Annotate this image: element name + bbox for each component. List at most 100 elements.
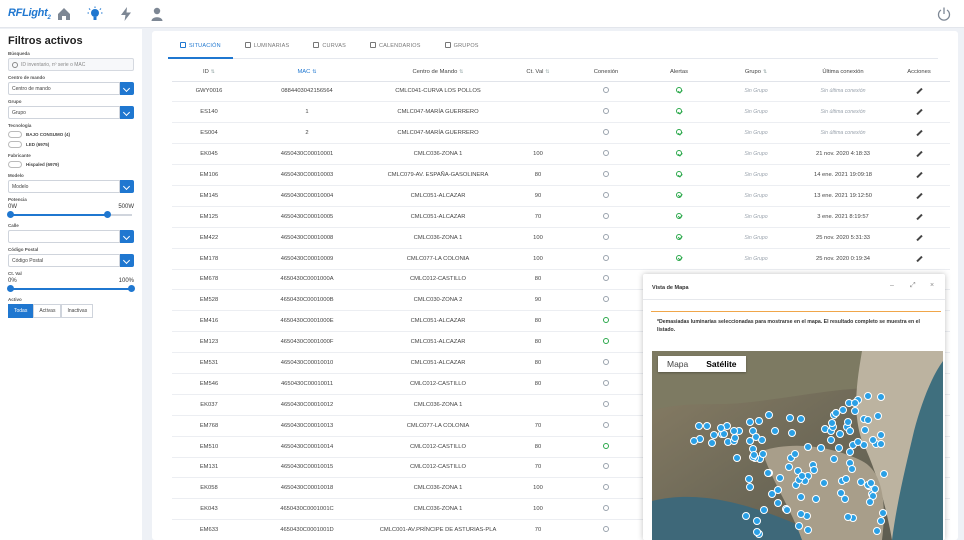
table-row[interactable]: EM178 4650430C00010009 CMLC077-LA COLONIA 1… bbox=[172, 248, 950, 270]
map-pin[interactable] bbox=[746, 483, 754, 491]
map-pin[interactable] bbox=[842, 475, 850, 483]
map-pin[interactable] bbox=[804, 526, 812, 534]
toggle-hispaled[interactable]: Hispaled (6979) bbox=[8, 160, 134, 169]
map-pin[interactable] bbox=[841, 495, 849, 503]
map-pin[interactable] bbox=[874, 412, 882, 420]
table-row[interactable]: EM422 4650430C00010008 CMLC036-ZONA 1 100 Si… bbox=[172, 227, 950, 249]
table-row[interactable]: ES004 2 CMLC047-MARÍA GUERRERO Sin Grupo Sin… bbox=[172, 122, 950, 145]
col-ctval-header[interactable]: Ct. Val ⇅ bbox=[508, 64, 568, 82]
map-pin[interactable] bbox=[866, 498, 874, 506]
chevron-down-icon[interactable] bbox=[120, 180, 134, 193]
toggle-switch[interactable] bbox=[8, 141, 22, 148]
tab-situacion[interactable]: Situación bbox=[168, 37, 233, 59]
modelo-select[interactable]: Modelo bbox=[8, 180, 134, 193]
map-type-satelite[interactable]: Satélite bbox=[697, 356, 745, 372]
map-pin[interactable] bbox=[745, 475, 753, 483]
close-icon[interactable]: × bbox=[930, 282, 934, 289]
edit-icon[interactable] bbox=[915, 192, 923, 200]
user-icon[interactable] bbox=[149, 6, 165, 22]
slider-handle-max[interactable] bbox=[103, 211, 111, 218]
map-pin[interactable] bbox=[755, 417, 763, 425]
toggle-led[interactable]: LED (6975) bbox=[8, 140, 134, 149]
map-pin[interactable] bbox=[839, 406, 847, 414]
map-pin[interactable] bbox=[817, 444, 825, 452]
map-pin[interactable] bbox=[820, 479, 828, 487]
map-pin[interactable] bbox=[854, 438, 862, 446]
map-pin[interactable] bbox=[880, 470, 888, 478]
edit-icon[interactable] bbox=[915, 150, 923, 158]
map-pin[interactable] bbox=[846, 427, 854, 435]
map-pin[interactable] bbox=[797, 493, 805, 501]
map-pin[interactable] bbox=[851, 399, 859, 407]
potencia-slider[interactable] bbox=[7, 211, 132, 219]
map-pin[interactable] bbox=[759, 450, 767, 458]
map-pin[interactable] bbox=[776, 474, 784, 482]
centro-select[interactable]: Centro de mando bbox=[8, 82, 134, 95]
map-pin[interactable] bbox=[785, 463, 793, 471]
map-pin[interactable] bbox=[835, 444, 843, 452]
map-pin[interactable] bbox=[877, 431, 885, 439]
col-mac-header[interactable]: MAC ⇅ bbox=[246, 64, 368, 82]
map-pin[interactable] bbox=[690, 437, 698, 445]
map-pin[interactable] bbox=[830, 455, 838, 463]
map-pin[interactable] bbox=[827, 436, 835, 444]
map-pin[interactable] bbox=[717, 424, 725, 432]
satellite-map[interactable]: Mapa Satélite bbox=[652, 351, 943, 540]
grupo-select[interactable]: Grupo bbox=[8, 106, 134, 119]
edit-icon[interactable] bbox=[915, 171, 923, 179]
map-pin[interactable] bbox=[753, 528, 761, 536]
map-pin[interactable] bbox=[786, 414, 794, 422]
tab-calendarios[interactable]: Calendarios bbox=[358, 37, 433, 59]
map-pin[interactable] bbox=[742, 512, 750, 520]
col-id-header[interactable]: ID ⇅ bbox=[172, 64, 246, 82]
slider-handle-min[interactable] bbox=[7, 211, 14, 218]
map-pin[interactable] bbox=[877, 393, 885, 401]
map-pin[interactable] bbox=[731, 434, 739, 442]
chevron-down-icon[interactable] bbox=[120, 230, 134, 243]
map-pin[interactable] bbox=[798, 472, 806, 480]
lightning-icon[interactable] bbox=[118, 6, 134, 22]
map-pin[interactable] bbox=[828, 419, 836, 427]
col-grupo-header[interactable]: Grupo ⇅ bbox=[714, 64, 798, 82]
toggle-switch[interactable] bbox=[8, 161, 22, 168]
map-pin[interactable] bbox=[750, 451, 758, 459]
cp-select[interactable]: Código Postal bbox=[8, 254, 134, 267]
map-pin[interactable] bbox=[797, 415, 805, 423]
edit-icon[interactable] bbox=[915, 109, 923, 116]
tab-grupos[interactable]: Grupos bbox=[433, 37, 491, 59]
minimize-icon[interactable]: – bbox=[890, 282, 894, 289]
edit-icon[interactable] bbox=[915, 234, 923, 241]
map-pin[interactable] bbox=[812, 495, 820, 503]
map-pin[interactable] bbox=[879, 509, 887, 517]
edit-icon[interactable] bbox=[915, 255, 923, 262]
chevron-down-icon[interactable] bbox=[120, 106, 134, 119]
map-pin[interactable] bbox=[774, 499, 782, 507]
toggle-bajo-consumo[interactable]: BAJO CONSUMO (4) bbox=[8, 130, 134, 139]
map-pin[interactable] bbox=[708, 439, 716, 447]
map-pin[interactable] bbox=[877, 440, 885, 448]
map-pin[interactable] bbox=[771, 427, 779, 435]
tab-curvas[interactable]: Curvas bbox=[301, 37, 358, 59]
table-row[interactable]: GWY0016 0884403042156564 CMLC041-CURVA LOS… bbox=[172, 81, 950, 103]
expand-icon[interactable]: ⤢ bbox=[910, 282, 916, 290]
map-pin[interactable] bbox=[861, 426, 869, 434]
map-pin[interactable] bbox=[753, 517, 761, 525]
col-centro-header[interactable]: Centro de Mando ⇅ bbox=[368, 64, 508, 82]
map-pin[interactable] bbox=[873, 527, 881, 535]
slider-handle-min[interactable] bbox=[7, 285, 14, 292]
map-pin[interactable] bbox=[703, 422, 711, 430]
map-pin[interactable] bbox=[746, 418, 754, 426]
map-pin[interactable] bbox=[848, 465, 856, 473]
map-pin[interactable] bbox=[695, 422, 703, 430]
map-pin[interactable] bbox=[857, 478, 865, 486]
map-pin[interactable] bbox=[764, 469, 772, 477]
map-pin[interactable] bbox=[832, 409, 840, 417]
activo-activas-button[interactable]: Activas bbox=[33, 304, 62, 318]
chevron-down-icon[interactable] bbox=[120, 254, 134, 267]
map-pin[interactable] bbox=[844, 418, 852, 426]
map-pin[interactable] bbox=[869, 436, 877, 444]
ctval-slider[interactable] bbox=[7, 285, 135, 293]
edit-icon[interactable] bbox=[915, 213, 923, 220]
activo-todas-button[interactable]: Todas bbox=[8, 304, 34, 318]
map-pin[interactable] bbox=[730, 427, 738, 435]
